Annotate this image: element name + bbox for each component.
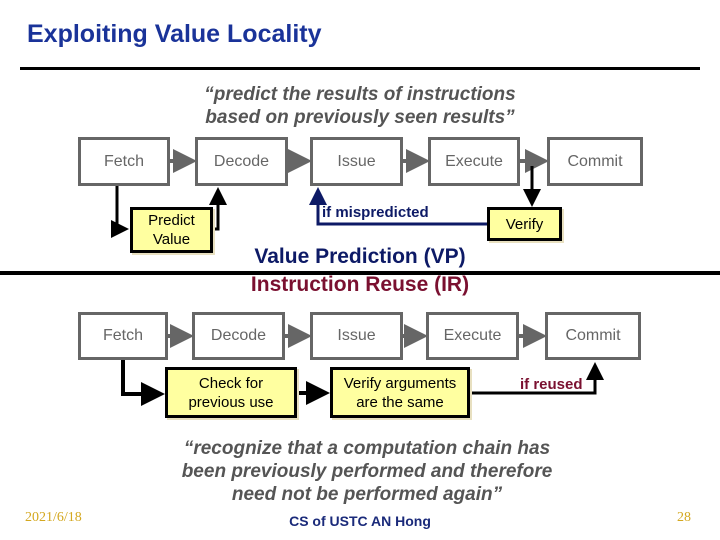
- verify-args-line: are the same: [356, 393, 444, 411]
- vp-stage-commit: Commit: [547, 137, 643, 186]
- ir-quote-line: need not be performed again”: [231, 484, 503, 505]
- verify-box: Verify: [487, 207, 562, 241]
- check-box-line: Check for: [198, 374, 264, 392]
- ir-stage-decode: Decode: [192, 312, 285, 360]
- ir-quote-line: been previously performed and therefore: [181, 461, 553, 482]
- ir-quote: “recognize that a computation chain has …: [0, 437, 720, 506]
- ir-stage-issue: Issue: [310, 312, 403, 360]
- check-box-line: previous use: [188, 393, 274, 411]
- ir-stage-commit: Commit: [545, 312, 641, 360]
- section-label-ir: Instruction Reuse (IR): [250, 273, 470, 296]
- vp-stage-execute: Execute: [428, 137, 520, 186]
- arrow-predict-decode: [209, 187, 227, 231]
- vp-stage-issue: Issue: [310, 137, 403, 186]
- vp-stage-fetch: Fetch: [78, 137, 170, 186]
- mispredicted-label: if mispredicted: [322, 204, 429, 221]
- reused-label: if reused: [520, 376, 583, 393]
- verify-arguments-box: Verify arguments are the same: [330, 367, 470, 418]
- vp-stage-decode: Decode: [195, 137, 288, 186]
- ir-quote-line: “recognize that a computation chain has: [183, 438, 551, 459]
- check-previous-use-box: Check for previous use: [165, 367, 297, 418]
- verify-args-line: Verify arguments: [343, 374, 457, 392]
- page-number: 28: [677, 510, 691, 525]
- arrow-fetch-check: [121, 360, 165, 406]
- predict-value-line: Predict: [148, 212, 195, 229]
- ir-stage-fetch: Fetch: [78, 312, 168, 360]
- arrow-fetch-predict: [111, 186, 129, 238]
- section-label-vp: Value Prediction (VP): [254, 245, 466, 268]
- ir-stage-execute: Execute: [426, 312, 519, 360]
- footer-author: CS of USTC AN Hong: [289, 513, 431, 529]
